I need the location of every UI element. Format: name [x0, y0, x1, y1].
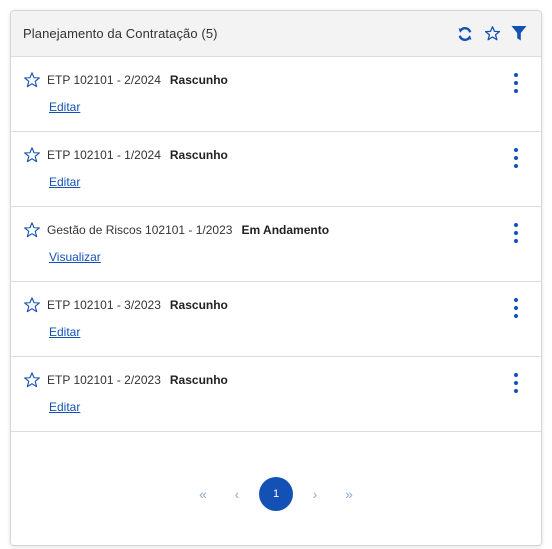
item-name: ETP 102101 - 1/2024: [47, 148, 161, 162]
star-outline-icon[interactable]: [483, 25, 501, 43]
next-page-button[interactable]: ›: [303, 486, 327, 502]
last-page-button[interactable]: »: [337, 486, 361, 502]
item-action-link[interactable]: Editar: [49, 400, 80, 414]
favorite-star-icon[interactable]: [23, 221, 41, 239]
item-status: Rascunho: [169, 373, 228, 387]
more-options-icon[interactable]: [511, 148, 521, 168]
header-actions: [456, 25, 528, 43]
item-status: Rascunho: [169, 148, 228, 162]
current-page-button[interactable]: 1: [259, 477, 293, 511]
card-title: Planejamento da Contratação (5): [23, 26, 218, 41]
item-action-link[interactable]: Editar: [49, 325, 80, 339]
item-action-link[interactable]: Editar: [49, 175, 80, 189]
pagination: « ‹ 1 › »: [11, 476, 541, 512]
first-page-button[interactable]: «: [191, 486, 215, 502]
list-item: ETP 102101 - 2/2024 Rascunho Editar: [11, 57, 541, 132]
more-options-icon[interactable]: [511, 223, 521, 243]
item-status: Em Andamento: [241, 223, 330, 237]
previous-page-button[interactable]: ‹: [225, 486, 249, 502]
item-status: Rascunho: [169, 298, 228, 312]
list-item: Gestão de Riscos 102101 - 1/2023 Em Anda…: [11, 207, 541, 282]
favorite-star-icon[interactable]: [23, 296, 41, 314]
card-header: Planejamento da Contratação (5): [11, 11, 541, 57]
list-item: ETP 102101 - 2/2023 Rascunho Editar: [11, 357, 541, 432]
more-options-icon[interactable]: [511, 73, 521, 93]
item-name: ETP 102101 - 2/2024: [47, 73, 161, 87]
favorite-star-icon[interactable]: [23, 146, 41, 164]
more-options-icon[interactable]: [511, 373, 521, 393]
list-item: ETP 102101 - 3/2023 Rascunho Editar: [11, 282, 541, 357]
favorite-star-icon[interactable]: [23, 371, 41, 389]
list-item: ETP 102101 - 1/2024 Rascunho Editar: [11, 132, 541, 207]
item-list: ETP 102101 - 2/2024 Rascunho Editar ETP …: [11, 57, 541, 432]
item-name: ETP 102101 - 3/2023: [47, 298, 161, 312]
item-action-link[interactable]: Visualizar: [49, 250, 101, 264]
filter-icon[interactable]: [510, 25, 528, 43]
item-name: Gestão de Riscos 102101 - 1/2023: [47, 223, 233, 237]
item-name: ETP 102101 - 2/2023: [47, 373, 161, 387]
item-status: Rascunho: [169, 73, 228, 87]
refresh-icon[interactable]: [456, 25, 474, 43]
planning-card: Planejamento da Contratação (5) ETP 1021…: [10, 10, 542, 546]
more-options-icon[interactable]: [511, 298, 521, 318]
favorite-star-icon[interactable]: [23, 71, 41, 89]
item-action-link[interactable]: Editar: [49, 100, 80, 114]
